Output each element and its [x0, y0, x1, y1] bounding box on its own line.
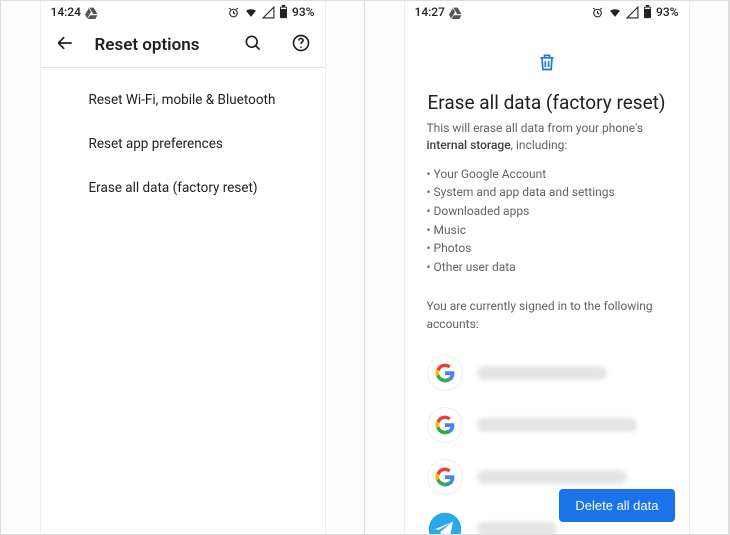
alarm-icon	[591, 6, 604, 19]
erase-title: Erase all data (factory reset)	[427, 91, 667, 114]
page-title: Reset options	[95, 35, 225, 55]
wifi-icon	[608, 6, 622, 19]
status-time: 14:27	[415, 5, 445, 19]
bullet-item: Downloaded apps	[427, 202, 667, 221]
bullet-item: Music	[427, 221, 667, 240]
bullet-item: Other user data	[427, 258, 667, 277]
app-bar: Reset options	[41, 23, 325, 67]
account-name-blurred	[477, 418, 637, 432]
erase-subtitle: This will erase all data from your phone…	[427, 120, 667, 155]
account-name-blurred	[477, 522, 557, 534]
account-name-blurred	[477, 470, 627, 484]
help-icon[interactable]	[291, 33, 311, 57]
alarm-icon	[227, 6, 240, 19]
phone-screen-erase-confirm: 14:27 93%	[404, 1, 690, 534]
signed-in-text: You are currently signed in to the follo…	[427, 298, 667, 333]
battery-pct: 93%	[656, 5, 678, 19]
telegram-logo-icon	[427, 511, 463, 534]
delete-all-data-button[interactable]: Delete all data	[559, 489, 674, 522]
battery-icon	[643, 5, 652, 19]
signal-icon	[626, 6, 639, 19]
bullet-item: System and app data and settings	[427, 183, 667, 202]
account-name-blurred	[477, 366, 607, 380]
trash-icon	[537, 51, 557, 77]
google-logo-icon	[427, 355, 463, 391]
signal-icon	[262, 6, 275, 19]
battery-icon	[279, 5, 288, 19]
wifi-icon	[244, 6, 258, 19]
status-bar: 14:24 93%	[41, 1, 325, 23]
bullet-item: Photos	[427, 239, 667, 258]
option-erase-all-data[interactable]: Erase all data (factory reset)	[41, 166, 325, 210]
option-reset-app-prefs[interactable]: Reset app preferences	[41, 122, 325, 166]
search-icon[interactable]	[243, 33, 263, 57]
options-list: Reset Wi-Fi, mobile & Bluetooth Reset ap…	[41, 68, 325, 210]
drive-icon	[449, 6, 462, 19]
bullet-item: Your Google Account	[427, 165, 667, 184]
account-row[interactable]	[427, 347, 667, 399]
google-logo-icon	[427, 459, 463, 495]
erase-what-list: Your Google Account System and app data …	[427, 165, 667, 277]
status-time: 14:24	[51, 5, 81, 19]
drive-icon	[85, 6, 98, 19]
option-reset-wifi[interactable]: Reset Wi-Fi, mobile & Bluetooth	[41, 78, 325, 122]
google-logo-icon	[427, 407, 463, 443]
status-bar: 14:27 93%	[405, 1, 689, 23]
back-icon[interactable]	[55, 33, 75, 57]
battery-pct: 93%	[292, 5, 314, 19]
account-row[interactable]	[427, 399, 667, 451]
phone-screen-reset-options: 14:24 93%	[40, 1, 326, 534]
